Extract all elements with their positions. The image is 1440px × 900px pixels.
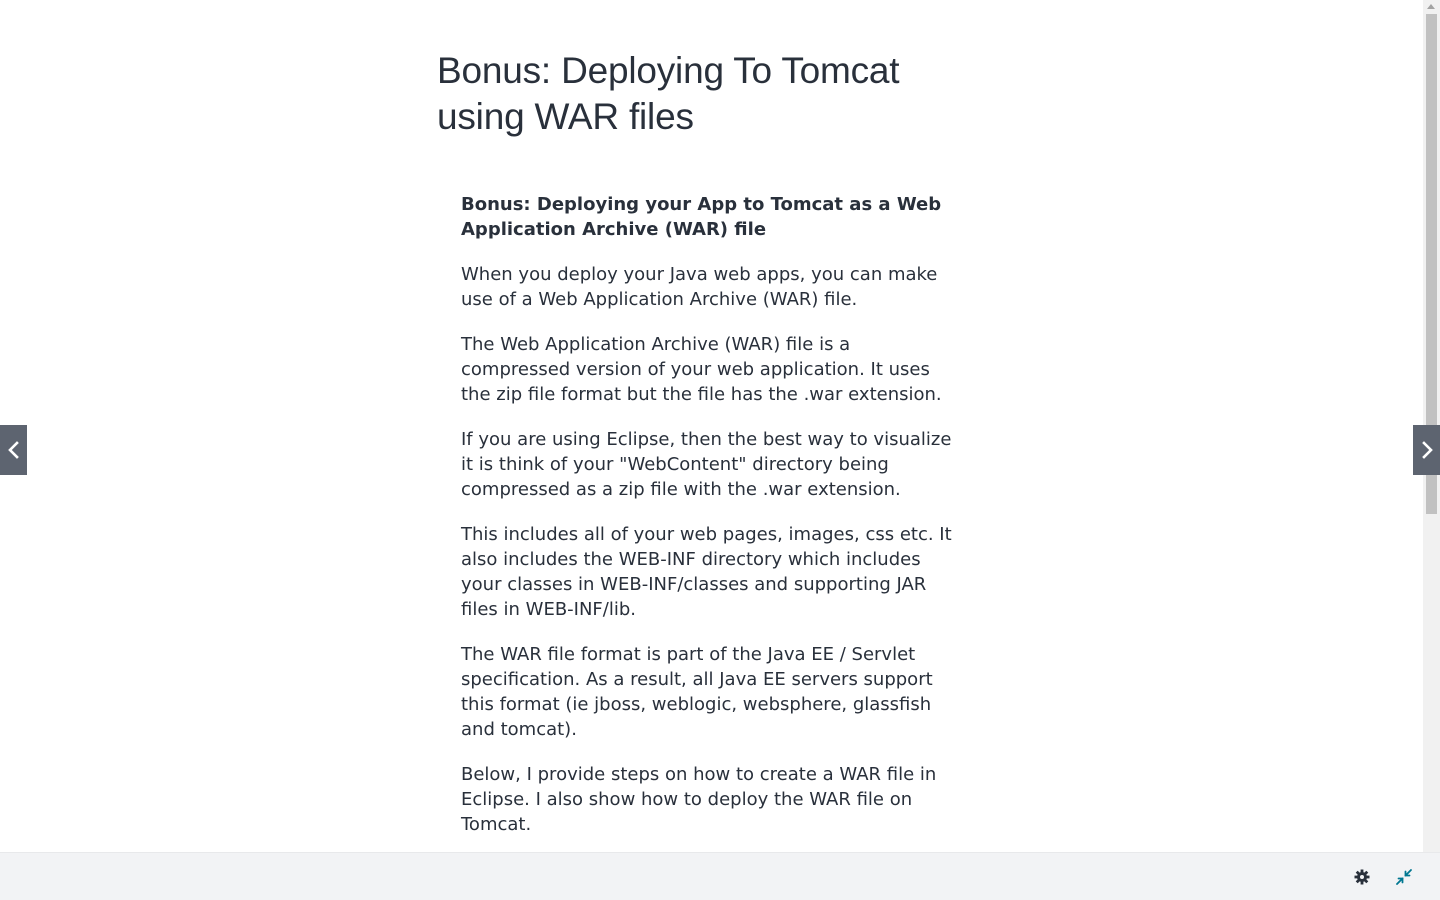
article-paragraph: When you deploy your Java web apps, you … — [461, 264, 938, 310]
article-paragraph: This includes all of your web pages, ima… — [461, 524, 952, 620]
previous-lecture-button[interactable] — [0, 425, 27, 475]
lecture-content: Bonus: Deploying To Tomcat using WAR fil… — [437, 48, 967, 852]
lecture-title: Bonus: Deploying To Tomcat using WAR fil… — [437, 50, 900, 137]
scroll-up-arrow-icon[interactable] — [1427, 4, 1435, 9]
article-heading: Bonus: Deploying your App to Tomcat as a… — [461, 194, 942, 240]
chevron-right-icon — [1421, 441, 1433, 459]
settings-button[interactable] — [1351, 866, 1373, 888]
lecture-viewport: Bonus: Deploying To Tomcat using WAR fil… — [0, 0, 1423, 852]
article-paragraph: The WAR file format is part of the Java … — [461, 644, 933, 740]
article-body: Bonus: Deploying your App to Tomcat as a… — [461, 192, 961, 852]
exit-fullscreen-button[interactable] — [1393, 866, 1415, 888]
compress-icon — [1396, 869, 1412, 885]
next-lecture-button[interactable] — [1413, 425, 1440, 475]
player-footer — [0, 852, 1440, 900]
chevron-left-icon — [7, 441, 19, 459]
article-paragraph: The Web Application Archive (WAR) file i… — [461, 334, 942, 405]
gear-icon — [1354, 869, 1370, 885]
article-paragraph: Below, I provide steps on how to create … — [461, 764, 937, 835]
article-paragraph: If you are using Eclipse, then the best … — [461, 429, 952, 500]
